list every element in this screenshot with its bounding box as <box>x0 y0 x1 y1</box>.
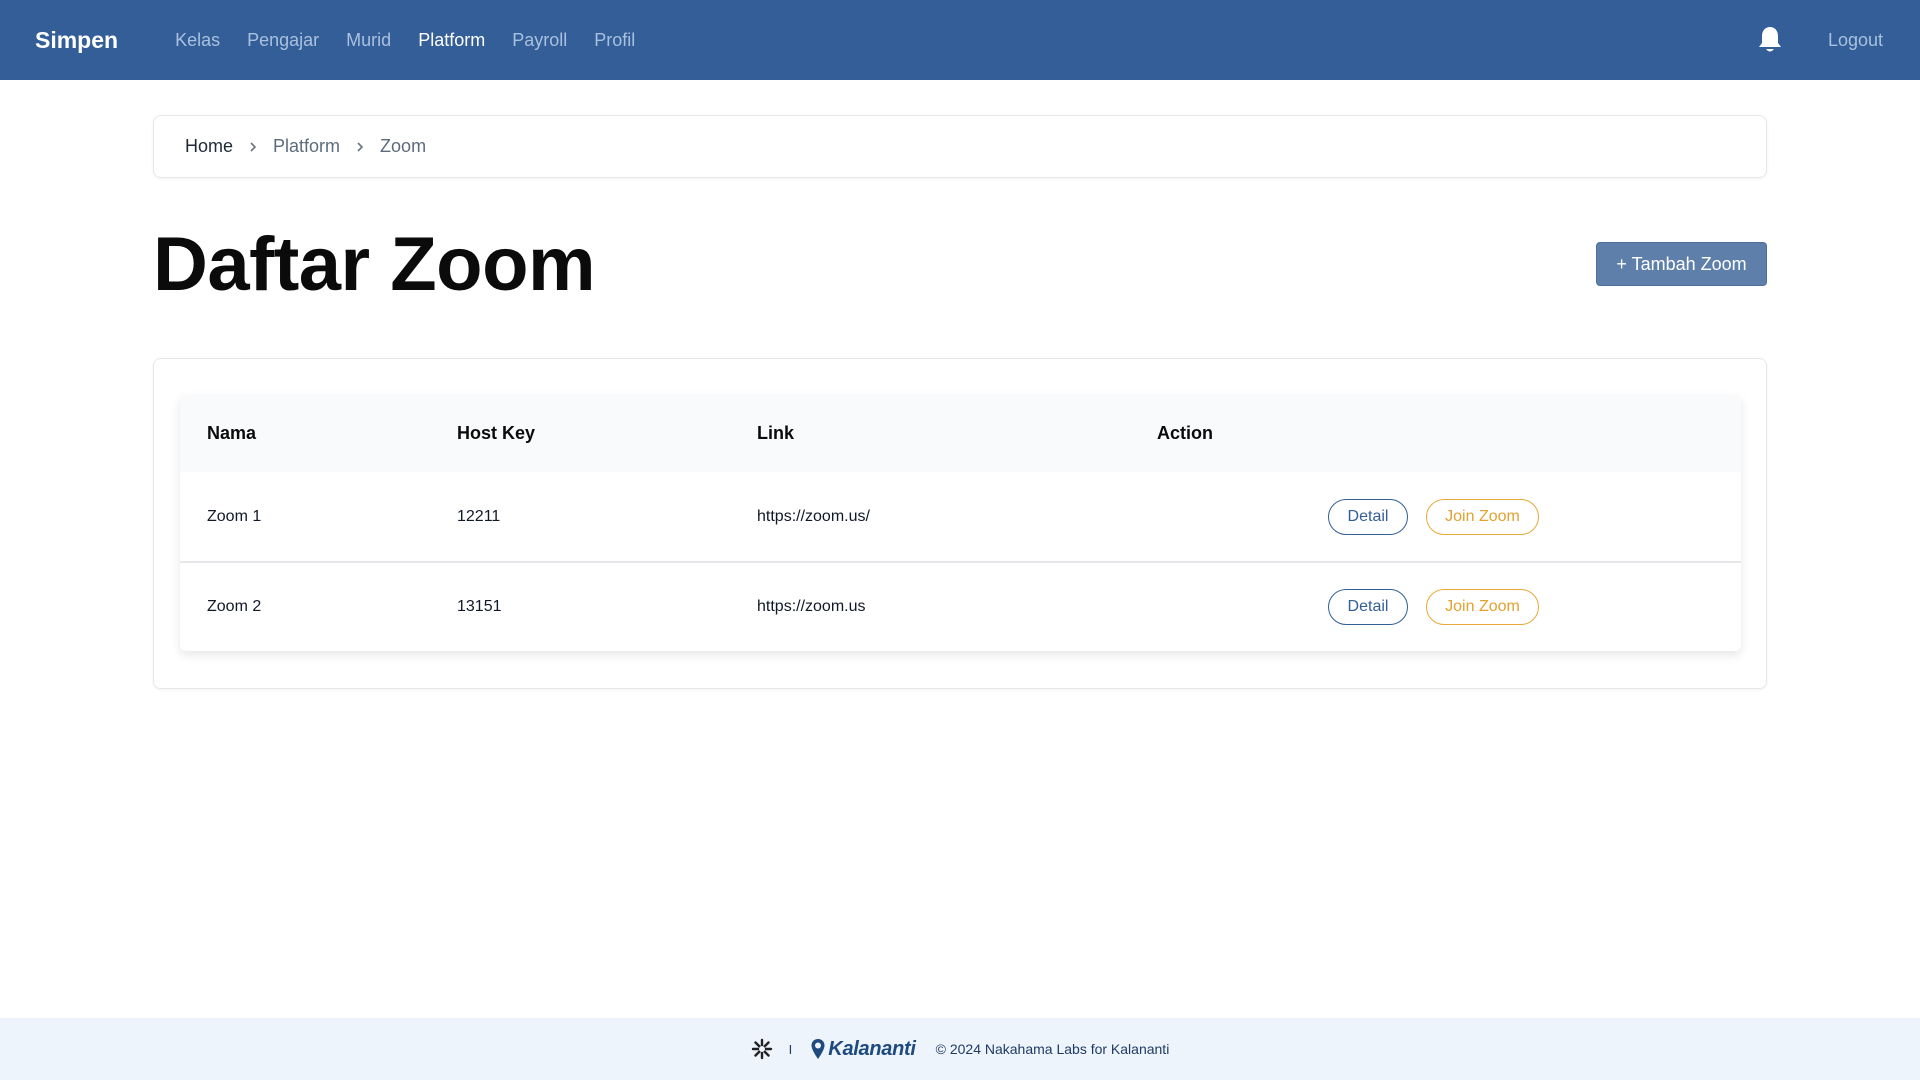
header-host-key: Host Key <box>457 423 536 443</box>
detail-button[interactable]: Detail <box>1328 588 1408 625</box>
header-nama: Nama <box>207 423 257 443</box>
nav-item-pengajar[interactable]: Pengajar <box>247 30 319 51</box>
kalananti-logo-text: Kalananti <box>828 1037 916 1060</box>
top-navbar: Simpen Kelas Pengajar Murid Platform Pay… <box>0 0 1920 80</box>
table-header: Nama Host Key Link Action <box>180 395 1741 472</box>
chevron-right-icon <box>357 141 364 152</box>
cell-host-key: 12211 <box>457 507 501 525</box>
breadcrumb: Home Platform Zoom <box>153 115 1767 178</box>
copyright-text: © 2024 Nakahama Labs for Kalananti <box>935 1041 1170 1057</box>
footer-content: I Kalananti © 2024 Nakahama Labs for Kal… <box>751 1037 1170 1061</box>
header-link: Link <box>757 423 795 443</box>
add-zoom-button[interactable]: + Tambah Zoom <box>1596 242 1767 286</box>
breadcrumb-platform[interactable]: Platform <box>273 136 340 157</box>
main-nav: Kelas Pengajar Murid Platform Payroll Pr… <box>175 30 635 51</box>
cell-link: https://zoom.us <box>757 597 866 615</box>
cell-link: https://zoom.us/ <box>757 507 870 525</box>
chevron-right-icon <box>250 141 257 152</box>
row-actions: Detail Join Zoom <box>1328 588 1539 625</box>
map-pin-icon <box>811 1039 825 1059</box>
header-action: Action <box>1157 423 1213 443</box>
page-title: Daftar Zoom <box>153 222 596 307</box>
detail-button[interactable]: Detail <box>1328 498 1408 535</box>
nav-item-murid[interactable]: Murid <box>346 30 391 51</box>
kalananti-logo: Kalananti <box>810 1037 916 1061</box>
nakahama-logo-icon <box>751 1038 772 1060</box>
zoom-table: Nama Host Key Link Action Zoom 1 12211 h… <box>180 395 1741 651</box>
table-row: Zoom 1 12211 https://zoom.us/ Detail Joi… <box>180 472 1741 561</box>
nav-item-platform[interactable]: Platform <box>418 30 485 51</box>
cell-host-key: 13151 <box>457 597 502 615</box>
join-zoom-button[interactable]: Join Zoom <box>1426 588 1539 625</box>
join-zoom-button[interactable]: Join Zoom <box>1426 498 1539 535</box>
bell-icon[interactable] <box>1757 25 1783 55</box>
breadcrumb-zoom: Zoom <box>380 136 427 156</box>
zoom-list-card: Nama Host Key Link Action Zoom 1 12211 h… <box>153 358 1767 689</box>
nav-right: Logout <box>1757 25 1885 55</box>
cell-name: Zoom 2 <box>207 597 262 615</box>
nav-item-payroll[interactable]: Payroll <box>512 30 567 51</box>
breadcrumb-home[interactable]: Home <box>185 136 233 157</box>
footer: I Kalananti © 2024 Nakahama Labs for Kal… <box>0 1018 1920 1080</box>
brand-logo[interactable]: Simpen <box>35 27 118 54</box>
row-actions: Detail Join Zoom <box>1328 498 1539 535</box>
logout-link[interactable]: Logout <box>1828 30 1883 51</box>
cell-name: Zoom 1 <box>207 507 262 525</box>
nav-item-profil[interactable]: Profil <box>594 30 635 51</box>
footer-divider: I <box>788 1041 793 1057</box>
table-row: Zoom 2 13151 https://zoom.us Detail Join… <box>180 561 1741 650</box>
nav-item-kelas[interactable]: Kelas <box>175 30 220 51</box>
